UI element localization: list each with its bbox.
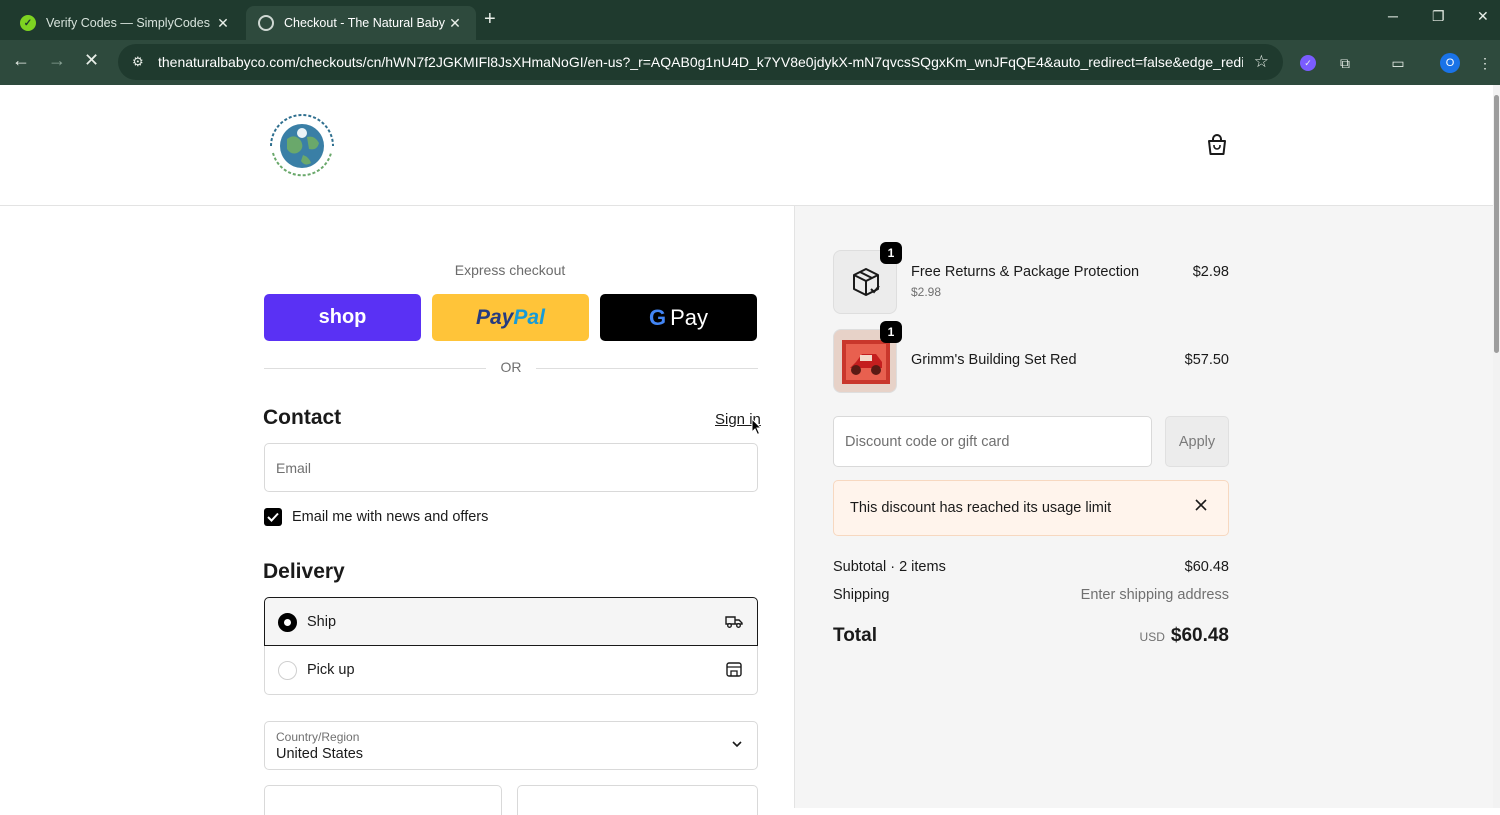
line-item: 1 Grimm's Building Set Red $57.50 <box>833 321 1229 393</box>
country-value: United States <box>276 746 364 762</box>
close-tab-icon[interactable]: ✕ <box>446 15 464 32</box>
paypal-label-pay: Pay <box>476 305 514 329</box>
menu-kebab-icon[interactable]: ⋮ <box>1474 52 1496 74</box>
item-price: $57.50 <box>1184 352 1229 368</box>
google-pay-button[interactable]: G Pay <box>600 294 757 341</box>
delivery-method-group: Ship Pick up <box>264 597 758 695</box>
total-row: Total USD $60.48 <box>833 625 1229 647</box>
shipping-value: Enter shipping address <box>1080 587 1229 603</box>
store-header <box>0 85 1493 206</box>
tab-title: Verify Codes — SimplyCodes <box>46 16 210 30</box>
shop-pay-label: shop <box>318 306 367 328</box>
quantity-badge: 1 <box>880 321 902 343</box>
item-name: Grimm's Building Set Red <box>911 352 1077 368</box>
browser-toolbar: ← → ✕ ⚙ thenaturalbabyco.com/checkouts/c… <box>0 40 1500 85</box>
browser-tab-bar: ✓ Verify Codes — SimplyCodes ✕ Checkout … <box>0 0 1500 40</box>
cast-icon[interactable]: ▭ <box>1387 52 1409 74</box>
apply-discount-button[interactable]: Apply <box>1165 416 1229 467</box>
quantity-badge: 1 <box>880 242 902 264</box>
tab-simplycodes[interactable]: ✓ Verify Codes — SimplyCodes ✕ <box>8 6 244 40</box>
extensions-puzzle-icon[interactable]: ⧉ <box>1334 52 1356 74</box>
pickup-option[interactable]: Pick up <box>264 646 758 695</box>
or-divider: OR <box>264 359 758 377</box>
pickup-radio[interactable] <box>278 661 297 680</box>
simplycodes-favicon-icon: ✓ <box>20 15 36 31</box>
newsletter-checkbox[interactable] <box>264 508 282 526</box>
notice-text: This discount has reached its usage limi… <box>850 500 1112 516</box>
subtotal-row: Subtotal · 2 items $60.48 <box>833 559 1229 575</box>
discount-code-input[interactable]: Discount code or gift card <box>833 416 1152 467</box>
close-icon[interactable] <box>1194 498 1208 512</box>
minimize-icon[interactable]: ─ <box>1388 8 1398 24</box>
subtotal-label: Subtotal · 2 items <box>833 559 946 575</box>
forward-arrow-icon[interactable]: → <box>48 50 66 71</box>
tab-title: Checkout - The Natural Baby Co <box>284 16 446 30</box>
restore-icon[interactable]: ❐ <box>1432 8 1445 25</box>
address-bar[interactable]: ⚙ thenaturalbabyco.com/checkouts/cn/hWN7… <box>118 44 1283 80</box>
profile-avatar[interactable]: O <box>1440 53 1460 73</box>
url-text[interactable]: thenaturalbabyco.com/checkouts/cn/hWN7f2… <box>158 54 1243 70</box>
paypal-label-pal: Pal <box>513 305 545 329</box>
last-name-field[interactable] <box>517 785 758 815</box>
shop-pay-button[interactable]: shop <box>264 294 421 341</box>
ship-radio[interactable] <box>278 613 297 632</box>
scrollbar-thumb[interactable] <box>1494 95 1499 353</box>
google-g-icon: G <box>648 304 667 330</box>
chevron-down-icon <box>732 741 742 748</box>
email-placeholder: Email <box>276 460 312 476</box>
new-tab-icon[interactable]: + <box>484 8 496 31</box>
total-label: Total <box>833 625 877 646</box>
checkout-page: Express checkout shop Pay Pal G Pay OR Con… <box>0 85 1493 815</box>
mouse-cursor-icon <box>751 418 763 436</box>
item-unit-price: $2.98 <box>911 285 942 299</box>
stop-loading-icon[interactable]: ✕ <box>84 50 99 71</box>
ship-label: Ship <box>307 614 337 630</box>
discount-placeholder: Discount code or gift card <box>845 434 1010 450</box>
checkmark-icon <box>267 512 279 522</box>
newsletter-label[interactable]: Email me with news and offers <box>292 509 488 525</box>
email-field[interactable]: Email <box>264 443 758 492</box>
first-name-field[interactable] <box>264 785 502 815</box>
pickup-label: Pick up <box>307 662 355 678</box>
extension-simplycodes-icon[interactable]: ✓ <box>1300 55 1316 71</box>
country-label: Country/Region <box>276 730 360 744</box>
back-arrow-icon[interactable]: ← <box>12 50 30 71</box>
paypal-button[interactable]: Pay Pal <box>432 294 589 341</box>
shipping-label: Shipping <box>833 587 890 603</box>
google-pay-label: Pay <box>670 304 709 330</box>
store-icon <box>726 662 742 677</box>
tab-checkout[interactable]: Checkout - The Natural Baby Co ✕ <box>246 6 476 40</box>
contact-heading: Contact <box>263 406 342 429</box>
total-currency: USD <box>1139 630 1165 644</box>
loading-favicon-icon <box>258 15 274 31</box>
item-name: Free Returns & Package Protection <box>911 264 1140 280</box>
ship-option[interactable]: Ship <box>264 597 758 646</box>
item-price: $2.98 <box>1192 264 1229 280</box>
shipping-row: Shipping Enter shipping address <box>833 587 1229 603</box>
total-value: $60.48 <box>1170 625 1229 646</box>
store-logo[interactable] <box>263 107 341 185</box>
discount-error-notice: This discount has reached its usage limi… <box>833 480 1229 536</box>
bookmark-star-icon[interactable]: ☆ <box>1254 52 1269 72</box>
delivery-heading: Delivery <box>263 560 345 583</box>
line-item: 1 Free Returns & Package Protection $2.9… <box>833 242 1229 314</box>
close-tab-icon[interactable]: ✕ <box>214 15 232 32</box>
shopping-bag-icon[interactable] <box>1204 132 1230 158</box>
truck-icon <box>725 616 743 628</box>
site-info-icon[interactable]: ⚙ <box>132 54 150 70</box>
express-checkout-title: Express checkout <box>454 262 566 278</box>
subtotal-value: $60.48 <box>1184 559 1229 575</box>
or-text: OR <box>500 359 522 375</box>
window-close-icon[interactable]: ✕ <box>1477 8 1489 25</box>
country-region-select[interactable]: Country/Region United States <box>264 721 758 770</box>
total-amount: USD $60.48 <box>1140 625 1229 647</box>
